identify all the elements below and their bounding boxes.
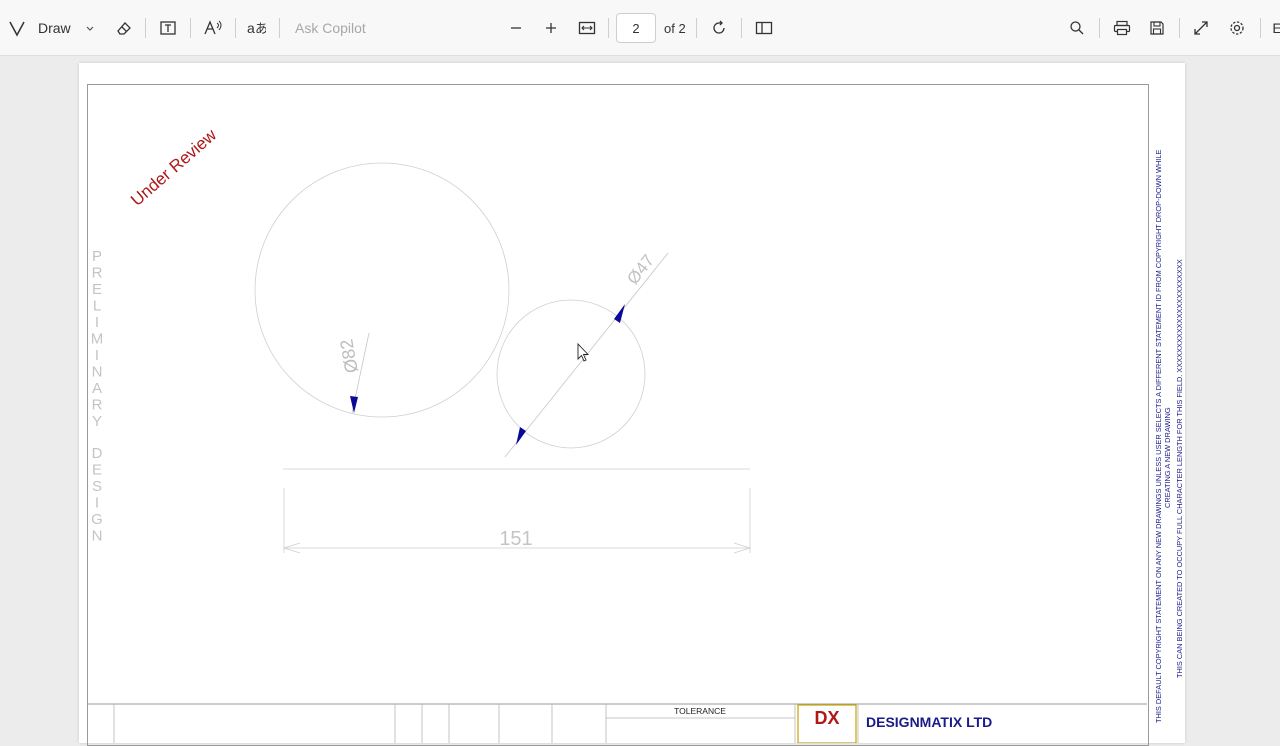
tolerance-label: TOLERANCE: [674, 706, 726, 716]
toolbar-separator: [145, 18, 146, 38]
ask-copilot-field[interactable]: Ask Copilot: [295, 17, 366, 39]
watermark-letter: L: [93, 298, 101, 315]
small-circle-leader: [504, 252, 669, 458]
translate-icon: aあ: [247, 20, 266, 36]
page-view-icon: [755, 21, 773, 35]
dimension-arrow-icon: [516, 427, 526, 445]
fit-to-width-button[interactable]: [576, 17, 598, 39]
minus-icon: [511, 27, 521, 29]
eraser-button[interactable]: [114, 17, 134, 39]
watermark-letter: D: [92, 445, 103, 462]
pdf-toolbar: Draw aあ Ask Copilot 2 of 2 E: [0, 0, 1280, 56]
toolbar-separator: [279, 18, 280, 38]
truncated-toolbar-item[interactable]: E: [1272, 17, 1280, 39]
watermark-letter: M: [91, 331, 104, 348]
company-logo: DX: [814, 708, 839, 728]
toolbar-separator: [1179, 18, 1180, 38]
watermark-letter: I: [95, 347, 99, 364]
watermark-letter: I: [95, 495, 99, 512]
watermark-letter: Y: [92, 413, 102, 430]
toolbar-separator: [235, 18, 236, 38]
watermark-letter: E: [92, 281, 102, 298]
watermark-letter: R: [92, 265, 103, 282]
search-button[interactable]: [1066, 17, 1088, 39]
preliminary-design-watermark: PRELIMINARYDESIGN: [91, 248, 104, 545]
linear-dimension-value: 151: [499, 528, 532, 550]
draw-label: Draw: [38, 20, 71, 36]
copyright-line1: THIS DEFAULT COPYRIGHT STATEMENT ON ANY …: [1154, 150, 1163, 723]
watermark-letter: G: [91, 511, 103, 528]
dimension-arrow-icon: [350, 396, 358, 413]
draw-icon: [9, 21, 25, 37]
toolbar-separator: [696, 18, 697, 38]
under-review-stamp: Under Review: [127, 125, 221, 210]
watermark-letter: N: [92, 528, 103, 545]
company-name: DESIGNMATIX LTD: [866, 714, 992, 730]
drawing-canvas: Under Review PRELIMINARYDESIGN Ø82 Ø47 1…: [87, 125, 1184, 743]
svg-text:あ: あ: [255, 21, 266, 36]
fit-width-icon: [578, 21, 596, 35]
watermark-letter: S: [92, 478, 102, 495]
toolbar-separator: [1260, 18, 1261, 38]
zoom-in-button[interactable]: [541, 17, 561, 39]
save-button[interactable]: [1146, 17, 1168, 39]
chevron-down-icon: [86, 26, 94, 31]
toolbar-separator: [741, 18, 742, 38]
toolbar-separator: [1099, 18, 1100, 38]
gear-icon: [1230, 21, 1244, 35]
rotate-icon: [713, 20, 725, 34]
mouse-cursor-icon: [577, 342, 590, 362]
page-view-button[interactable]: [753, 17, 775, 39]
watermark-letter: E: [92, 462, 102, 479]
title-block-dividers: [113, 704, 859, 743]
watermark-letter: N: [92, 364, 103, 381]
large-circle-diameter: Ø82: [336, 338, 362, 375]
save-icon: [1150, 21, 1164, 35]
pdf-page: Under Review PRELIMINARYDESIGN Ø82 Ø47 1…: [79, 63, 1185, 746]
watermark-letter: P: [92, 248, 102, 265]
toolbar-separator: [608, 18, 609, 38]
eraser-icon: [117, 22, 131, 35]
rotate-button[interactable]: [708, 17, 730, 39]
print-button[interactable]: [1111, 17, 1133, 39]
expand-icon: [1194, 21, 1208, 35]
copyright-block: THIS DEFAULT COPYRIGHT STATEMENT ON ANY …: [1154, 150, 1184, 723]
large-circle: [254, 162, 510, 418]
text-box-button[interactable]: [158, 17, 178, 39]
copyright-line3: THIS CAN BEING CREATED TO OCCUPY FULL CH…: [1175, 259, 1184, 678]
watermark-letter: R: [92, 397, 103, 414]
fullscreen-button[interactable]: [1190, 17, 1212, 39]
print-icon: [1113, 20, 1131, 36]
svg-text:a: a: [247, 20, 255, 36]
page-total-label: of 2: [664, 20, 686, 36]
translate-button[interactable]: aあ: [245, 17, 267, 39]
read-aloud-icon: [204, 20, 222, 35]
small-circle-diameter: Ø47: [623, 251, 658, 288]
watermark-letter: A: [92, 380, 102, 397]
text-box-icon: [160, 21, 176, 35]
zoom-out-button[interactable]: [506, 17, 526, 39]
draw-button[interactable]: Draw: [8, 15, 98, 41]
page-number-input[interactable]: 2: [616, 13, 656, 43]
copyright-line2: CREATING A NEW DRAWING: [1163, 407, 1172, 508]
settings-button[interactable]: [1226, 17, 1248, 39]
watermark-letter: I: [95, 314, 99, 331]
plus-icon: [546, 23, 556, 33]
read-aloud-button[interactable]: [202, 17, 224, 39]
search-icon: [1070, 21, 1084, 35]
toolbar-separator: [190, 18, 191, 38]
dimension-arrow-icon: [614, 304, 625, 323]
